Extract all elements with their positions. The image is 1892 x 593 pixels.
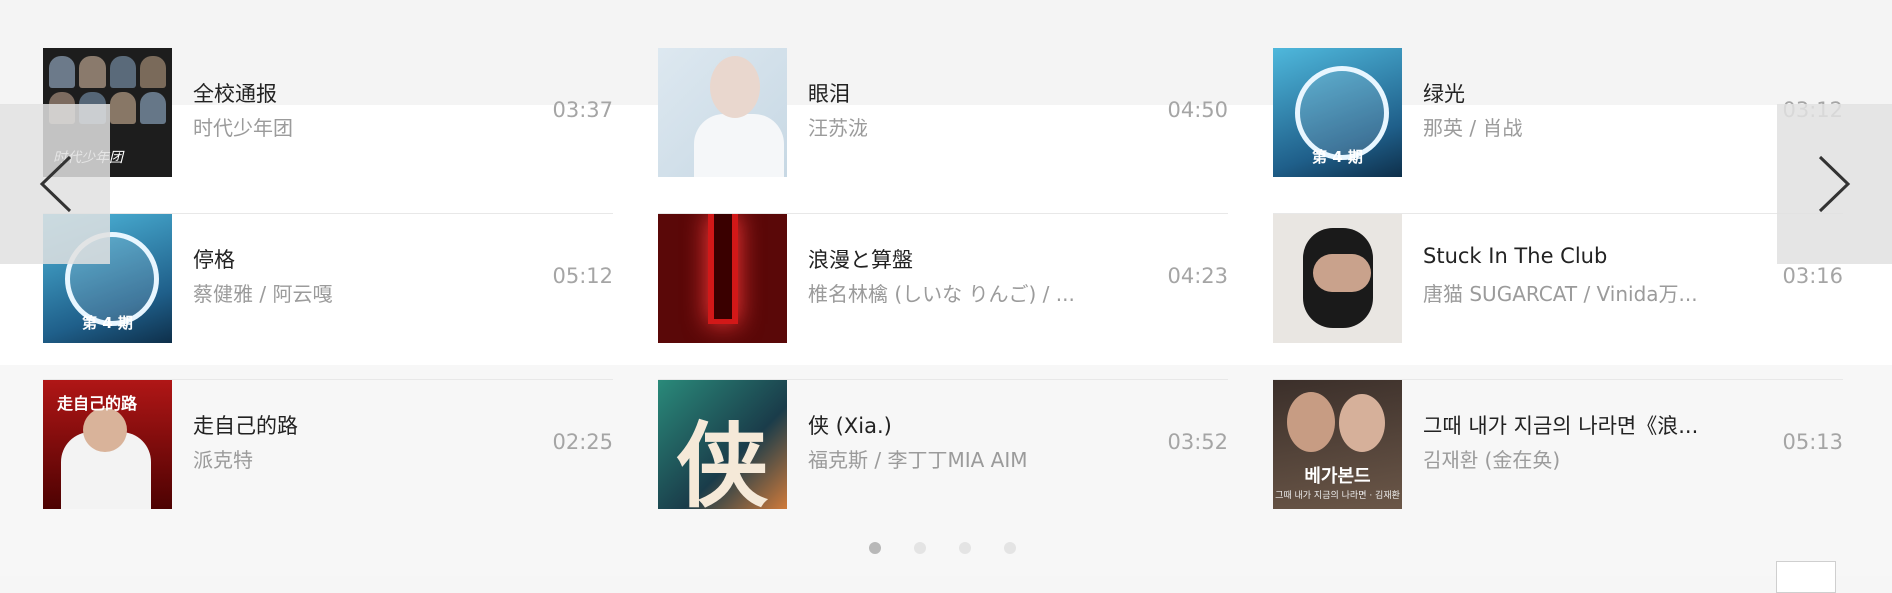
- album-cover[interactable]: 베가본드 그때 내가 지금의 나라면 · 김재환: [1273, 380, 1402, 509]
- song-title[interactable]: 浪漫と算盤: [808, 244, 913, 274]
- song-duration: 05:13: [1782, 430, 1843, 454]
- carousel-pager: [869, 542, 1016, 554]
- cover-episode-label: 第 4 期: [82, 314, 133, 332]
- song-duration: 05:12: [552, 264, 613, 288]
- song-duration: 03:52: [1167, 430, 1228, 454]
- song-title[interactable]: 眼泪: [808, 78, 850, 108]
- song-artist[interactable]: 蔡健雅 / 阿云嘎: [193, 278, 332, 307]
- cover-subtitle: 그때 내가 지금의 나라면 · 김재환: [1275, 491, 1400, 501]
- song-item[interactable]: 侠 侠 (Xia.) 福克斯 / 李丁丁MIA AIM 03:52: [658, 380, 1228, 546]
- song-duration: 03:37: [552, 98, 613, 122]
- cover-episode-label: 第 4 期: [1312, 148, 1363, 166]
- song-artist[interactable]: 唐猫 SUGARCAT / Vinida万...: [1423, 278, 1698, 307]
- song-artist[interactable]: 那英 / 肖战: [1423, 112, 1522, 141]
- cover-title: 베가본드: [1304, 466, 1371, 487]
- song-title[interactable]: 走自己的路: [193, 410, 298, 440]
- song-item[interactable]: 베가본드 그때 내가 지금의 나라면 · 김재환 그때 내가 지금의 나라면《浪…: [1273, 380, 1843, 546]
- album-cover[interactable]: [658, 214, 787, 343]
- song-artist[interactable]: 福克斯 / 李丁丁MIA AIM: [808, 444, 1027, 473]
- album-cover[interactable]: [1273, 214, 1402, 343]
- song-title[interactable]: 全校通报: [193, 78, 277, 108]
- song-duration: 02:25: [552, 430, 613, 454]
- pager-dot-2[interactable]: [914, 542, 926, 554]
- song-duration: 04:50: [1167, 98, 1228, 122]
- song-duration: 03:16: [1782, 264, 1843, 288]
- song-artist[interactable]: 椎名林檎 (しいな りんご) / ...: [808, 278, 1075, 307]
- album-cover[interactable]: 第 4 期: [1273, 48, 1402, 177]
- song-artist[interactable]: 汪苏泷: [808, 112, 868, 141]
- album-cover[interactable]: 侠: [658, 380, 787, 509]
- chevron-right-icon: [1818, 155, 1850, 213]
- cover-glyph: 侠: [676, 413, 769, 509]
- song-list: 时代少年团 全校通报 时代少年团 03:37 眼泪 汪苏泷 04:50 第 4 …: [43, 48, 1845, 546]
- album-cover[interactable]: 走自己的路: [43, 380, 172, 509]
- cover-text: 走自己的路: [57, 394, 138, 413]
- song-item[interactable]: Stuck In The Club 唐猫 SUGARCAT / Vinida万.…: [1273, 214, 1843, 380]
- song-item[interactable]: 眼泪 汪苏泷 04:50: [658, 48, 1228, 214]
- song-item[interactable]: 第 4 期 绿光 那英 / 肖战 03:12: [1273, 48, 1843, 214]
- song-artist[interactable]: 派克特: [193, 444, 253, 473]
- song-item[interactable]: 浪漫と算盤 椎名林檎 (しいな りんご) / ... 04:23: [658, 214, 1228, 380]
- song-title[interactable]: 绿光: [1423, 78, 1465, 108]
- album-cover[interactable]: [658, 48, 787, 177]
- pager-dot-1[interactable]: [869, 542, 881, 554]
- pager-dot-3[interactable]: [959, 542, 971, 554]
- song-artist[interactable]: 김재환 (金在奂): [1423, 444, 1560, 473]
- song-item[interactable]: 时代少年团 全校通报 时代少年团 03:37: [43, 48, 613, 214]
- song-title[interactable]: 그때 내가 지금의 나라면《浪...: [1423, 410, 1698, 440]
- pager-dot-4[interactable]: [1004, 542, 1016, 554]
- corner-widget[interactable]: [1776, 561, 1836, 593]
- song-artist[interactable]: 时代少年团: [193, 112, 293, 141]
- song-title[interactable]: Stuck In The Club: [1423, 244, 1607, 268]
- song-title[interactable]: 停格: [193, 244, 235, 274]
- song-item[interactable]: 第 4 期 停格 蔡健雅 / 阿云嘎 05:12: [43, 214, 613, 380]
- song-item[interactable]: 走自己的路 走自己的路 派克特 02:25: [43, 380, 613, 546]
- chevron-left-icon: [39, 155, 72, 213]
- song-title[interactable]: 侠 (Xia.): [808, 410, 892, 440]
- carousel-prev-button[interactable]: [0, 104, 110, 264]
- song-duration: 04:23: [1167, 264, 1228, 288]
- carousel-next-button[interactable]: [1777, 104, 1892, 264]
